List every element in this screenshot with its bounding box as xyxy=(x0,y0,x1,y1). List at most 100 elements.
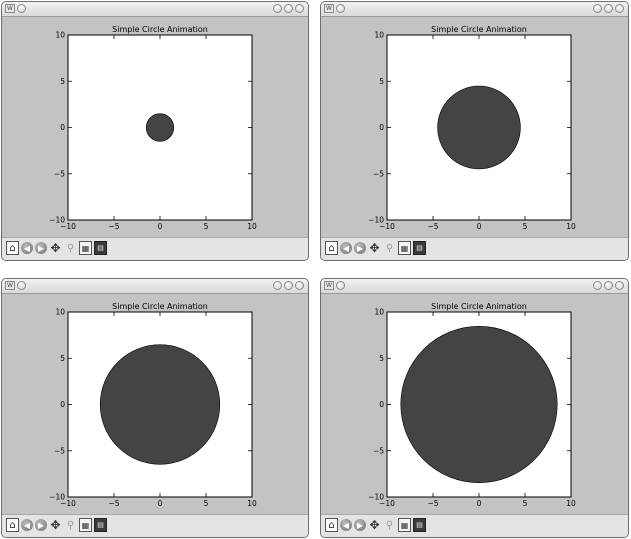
pan-icon[interactable]: ✥ xyxy=(368,518,381,532)
y-tick-label: 0 xyxy=(379,123,384,132)
x-tick-label: 10 xyxy=(566,222,576,231)
zoom-icon[interactable]: ⚲ xyxy=(383,241,396,255)
subplots-icon[interactable]: ▦ xyxy=(79,518,92,532)
circle-patch xyxy=(99,344,221,465)
chart-title: Simple Circle Animation xyxy=(431,25,527,34)
forward-icon[interactable]: ▶ xyxy=(35,242,47,254)
maximize-icon[interactable] xyxy=(284,281,293,290)
plot-area[interactable]: −10 −5 0 5 10 10 5 0 −5 −10 Simple Circle Animatio… xyxy=(49,25,257,231)
maximize-icon[interactable] xyxy=(604,281,613,290)
window-menu-icon[interactable] xyxy=(336,4,345,13)
home-icon[interactable]: ⌂ xyxy=(325,241,338,255)
y-tick-label: −10 xyxy=(368,493,384,502)
x-tick-label: 5 xyxy=(204,222,209,231)
y-tick-label: 5 xyxy=(379,77,384,86)
minimize-icon[interactable] xyxy=(273,281,282,290)
app-icon[interactable]: W xyxy=(5,4,15,13)
navigation-toolbar: ⌂ ◀ ▶ ✥ ⚲ ▦ ▤ xyxy=(2,514,308,537)
x-tick-label: 5 xyxy=(204,499,209,508)
y-tick-label: 10 xyxy=(374,31,384,40)
back-icon[interactable]: ◀ xyxy=(21,242,33,254)
circle-patch xyxy=(400,326,558,483)
plot-area[interactable]: −10 −5 0 5 10 10 5 0 −5 −10 Simple Circle Animatio… xyxy=(368,302,576,508)
y-tick-label: 5 xyxy=(60,354,65,363)
minimize-icon[interactable] xyxy=(273,4,282,13)
x-tick-label: 10 xyxy=(247,499,257,508)
app-icon[interactable]: W xyxy=(324,4,334,13)
x-tick-label: 0 xyxy=(477,499,482,508)
navigation-toolbar: ⌂ ◀ ▶ ✥ ⚲ ▦ ▤ xyxy=(2,237,308,260)
window-menu-icon[interactable] xyxy=(17,4,26,13)
forward-icon[interactable]: ▶ xyxy=(35,519,47,531)
plot-area[interactable]: −10 −5 0 5 10 10 5 0 −5 −10 Simple Circle Animatio… xyxy=(49,302,257,508)
close-icon[interactable] xyxy=(615,4,624,13)
save-icon[interactable]: ▤ xyxy=(413,518,426,532)
save-icon[interactable]: ▤ xyxy=(94,518,107,532)
y-tick-label: 5 xyxy=(60,77,65,86)
zoom-icon[interactable]: ⚲ xyxy=(383,518,396,532)
home-icon[interactable]: ⌂ xyxy=(325,518,338,532)
zoom-icon[interactable]: ⚲ xyxy=(64,241,77,255)
save-icon[interactable]: ▤ xyxy=(94,241,107,255)
x-tick-label: 10 xyxy=(247,222,257,231)
save-icon[interactable]: ▤ xyxy=(413,241,426,255)
subplots-icon[interactable]: ▦ xyxy=(79,241,92,255)
y-tick-label: 0 xyxy=(379,400,384,409)
x-tick-label: 0 xyxy=(158,499,163,508)
plot-window-1: W −10 −5 0 5 10 10 5 0 −5 −10 Simple Circle Animat… xyxy=(1,1,309,261)
navigation-toolbar: ⌂ ◀ ▶ ✥ ⚲ ▦ ▤ xyxy=(321,237,628,260)
maximize-icon[interactable] xyxy=(284,4,293,13)
back-icon[interactable]: ◀ xyxy=(21,519,33,531)
window-titlebar[interactable]: W xyxy=(2,2,308,17)
home-icon[interactable]: ⌂ xyxy=(6,518,19,532)
plot-area[interactable]: −10 −5 0 5 10 10 5 0 −5 −10 Simple Circle Animatio… xyxy=(368,25,576,231)
y-tick-label: 10 xyxy=(374,308,384,317)
chart-svg: −10 −5 0 5 101050−5−10Simple Circle Animatio… xyxy=(368,302,576,508)
x-tick-label: 0 xyxy=(158,222,163,231)
y-tick-label: 0 xyxy=(60,123,65,132)
x-tick-label: 5 xyxy=(523,222,528,231)
app-icon[interactable]: W xyxy=(5,281,15,290)
app-icon[interactable]: W xyxy=(324,281,334,290)
chart-title: Simple Circle Animation xyxy=(112,302,208,311)
chart-svg: −10 −5 0 5 101050−5−10Simple Circle Animatio… xyxy=(49,25,257,231)
plot-window-2: W −10 −5 0 5 10 10 5 0 −5 −10 Simple Circle Animat… xyxy=(320,1,629,261)
close-icon[interactable] xyxy=(295,281,304,290)
close-icon[interactable] xyxy=(615,281,624,290)
subplots-icon[interactable]: ▦ xyxy=(398,241,411,255)
x-tick-label: −5 xyxy=(427,222,438,231)
minimize-icon[interactable] xyxy=(593,4,602,13)
close-icon[interactable] xyxy=(295,4,304,13)
x-tick-label: −5 xyxy=(108,499,119,508)
maximize-icon[interactable] xyxy=(604,4,613,13)
chart-svg: −10 −5 0 5 101050−5−10Simple Circle Animatio… xyxy=(49,302,257,508)
window-titlebar[interactable]: W xyxy=(321,2,628,17)
home-icon[interactable]: ⌂ xyxy=(6,241,19,255)
x-tick-label: 5 xyxy=(523,499,528,508)
pan-icon[interactable]: ✥ xyxy=(368,241,381,255)
chart-title: Simple Circle Animation xyxy=(112,25,208,34)
back-icon[interactable]: ◀ xyxy=(340,519,352,531)
navigation-toolbar: ⌂ ◀ ▶ ✥ ⚲ ▦ ▤ xyxy=(321,514,628,537)
plot-window-3: W −10 −5 0 5 10 10 5 0 −5 −10 Simple Circle Animat… xyxy=(1,278,309,538)
forward-icon[interactable]: ▶ xyxy=(354,519,366,531)
window-titlebar[interactable]: W xyxy=(2,279,308,294)
forward-icon[interactable]: ▶ xyxy=(354,242,366,254)
x-tick-label: −5 xyxy=(108,222,119,231)
chart-svg: −10 −5 0 5 101050−5−10Simple Circle Animatio… xyxy=(368,25,576,231)
zoom-icon[interactable]: ⚲ xyxy=(64,518,77,532)
back-icon[interactable]: ◀ xyxy=(340,242,352,254)
y-tick-label: 5 xyxy=(379,354,384,363)
window-menu-icon[interactable] xyxy=(336,281,345,290)
y-tick-label: −5 xyxy=(373,169,384,178)
subplots-icon[interactable]: ▦ xyxy=(398,518,411,532)
x-tick-label: 0 xyxy=(477,222,482,231)
pan-icon[interactable]: ✥ xyxy=(49,518,62,532)
circle-patch xyxy=(437,85,521,170)
pan-icon[interactable]: ✥ xyxy=(49,241,62,255)
y-tick-label: −10 xyxy=(368,216,384,225)
x-tick-label: −5 xyxy=(427,499,438,508)
window-menu-icon[interactable] xyxy=(17,281,26,290)
minimize-icon[interactable] xyxy=(593,281,602,290)
window-titlebar[interactable]: W xyxy=(321,279,628,294)
